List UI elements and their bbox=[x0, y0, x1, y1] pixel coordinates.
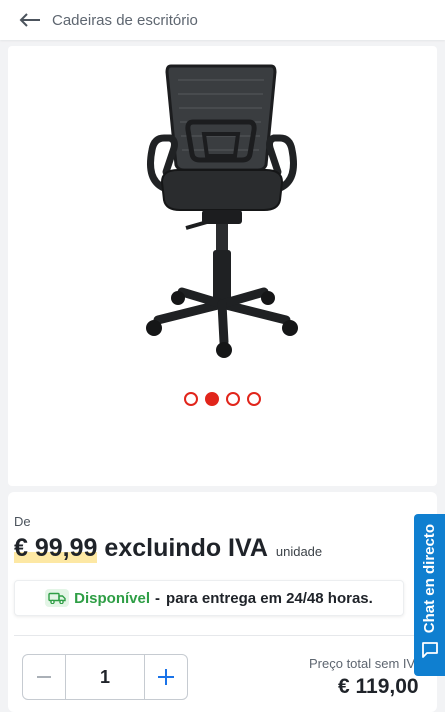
gallery-dot-1[interactable] bbox=[184, 392, 198, 406]
truck-icon bbox=[45, 589, 70, 607]
product-image[interactable] bbox=[8, 46, 437, 376]
price-from-label: De bbox=[14, 514, 31, 529]
plus-icon bbox=[158, 669, 174, 685]
live-chat-label: Chat en directo bbox=[421, 524, 438, 634]
availability-status: Disponível bbox=[74, 589, 151, 607]
product-image-gallery bbox=[8, 46, 437, 486]
live-chat-button[interactable]: Chat en directo bbox=[414, 514, 445, 676]
gallery-dot-3[interactable] bbox=[226, 392, 240, 406]
gallery-dot-4[interactable] bbox=[247, 392, 261, 406]
price-unit-label: unidade bbox=[275, 544, 323, 559]
quantity-stepper: 1 bbox=[22, 654, 188, 700]
office-chair-image bbox=[145, 64, 298, 358]
gallery-pagination bbox=[8, 392, 437, 406]
price-vat-label: excluindo IVA bbox=[104, 534, 268, 562]
page-title: Cadeiras de escritório bbox=[52, 11, 198, 29]
price-card: De € 99,99 excluindo IVA unidade Disponí… bbox=[8, 492, 437, 712]
chat-bubble-icon bbox=[421, 642, 438, 659]
arrow-left-icon bbox=[19, 13, 40, 27]
gallery-dot-2[interactable] bbox=[205, 392, 219, 406]
price-line: € 99,99 excluindo IVA unidade bbox=[14, 534, 322, 563]
divider bbox=[14, 635, 414, 636]
delivery-text: para entrega em 24/48 horas. bbox=[166, 589, 373, 607]
availability-box: Disponível - para entrega em 24/48 horas… bbox=[14, 580, 404, 616]
top-bar: Cadeiras de escritório bbox=[0, 0, 445, 40]
total-price-value: € 119,00 bbox=[338, 675, 419, 698]
quantity-input[interactable]: 1 bbox=[65, 655, 145, 699]
availability-separator: - bbox=[155, 589, 161, 607]
total-price-label: Preço total sem IVA bbox=[309, 656, 423, 671]
decrease-quantity-button[interactable] bbox=[23, 655, 65, 699]
price-amount: € 99,99 bbox=[14, 534, 98, 563]
minus-icon bbox=[37, 676, 51, 678]
back-button[interactable] bbox=[8, 4, 52, 36]
increase-quantity-button[interactable] bbox=[145, 655, 187, 699]
